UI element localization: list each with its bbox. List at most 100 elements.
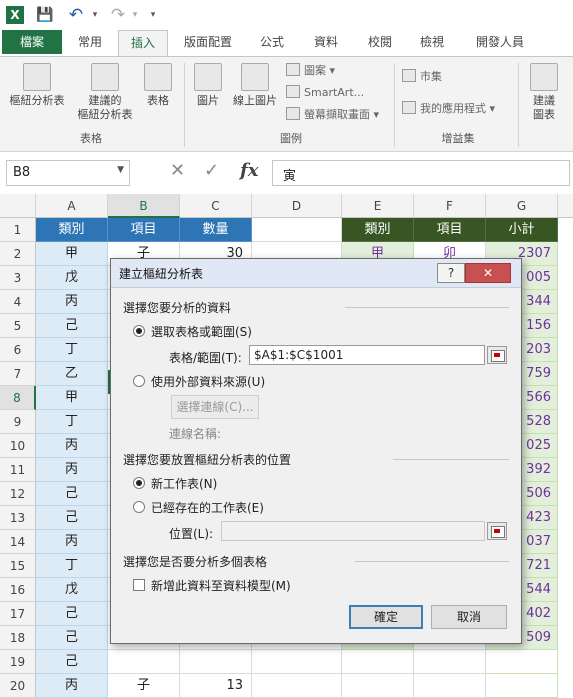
cancel-button[interactable]: 取消 <box>431 605 507 629</box>
cell-quantity[interactable]: 13 <box>180 674 252 698</box>
smartart-button[interactable]: SmartArt... <box>286 85 364 101</box>
cell[interactable] <box>252 218 342 242</box>
cell-category[interactable]: 己 <box>36 602 108 626</box>
row-header-16[interactable]: 16 <box>0 578 36 602</box>
my-apps-button[interactable]: 我的應用程式 ▾ <box>402 101 495 117</box>
cell-category[interactable]: 乙 <box>36 362 108 386</box>
close-button[interactable]: ✕ <box>465 263 511 283</box>
add-to-data-model-label[interactable]: 新增此資料至資料模型(M) <box>151 577 291 594</box>
radio-new-worksheet-label[interactable]: 新工作表(N) <box>151 475 217 492</box>
recommended-pivot-button[interactable]: 建議的 樞紐分析表 <box>72 63 138 122</box>
row-header-14[interactable]: 14 <box>0 530 36 554</box>
cell[interactable] <box>486 650 558 674</box>
cell-item[interactable] <box>108 650 180 674</box>
undo-icon[interactable]: ↶ <box>66 6 86 24</box>
header-cell-item[interactable]: 項目 <box>108 218 180 242</box>
row-header-13[interactable]: 13 <box>0 506 36 530</box>
header-cell-category[interactable]: 類別 <box>36 218 108 242</box>
undo-dropdown-icon[interactable]: ▾ <box>90 6 100 24</box>
cell-category[interactable]: 戊 <box>36 578 108 602</box>
row-header-5[interactable]: 5 <box>0 314 36 338</box>
cell-item[interactable]: 子 <box>108 674 180 698</box>
tab-data[interactable]: 資料 <box>302 30 350 54</box>
radio-select-range[interactable] <box>133 325 145 337</box>
row-header-15[interactable]: 15 <box>0 554 36 578</box>
shapes-button[interactable]: 圖案 ▾ <box>286 63 335 79</box>
column-header-a[interactable]: A <box>36 194 108 218</box>
header-cell-quantity[interactable]: 數量 <box>180 218 252 242</box>
column-header-d[interactable]: D <box>252 194 342 218</box>
tab-page-layout[interactable]: 版面配置 <box>172 30 244 54</box>
row-header-3[interactable]: 3 <box>0 266 36 290</box>
select-all-corner[interactable] <box>0 194 36 218</box>
range-picker-icon[interactable] <box>487 346 507 364</box>
tab-insert[interactable]: 插入 <box>118 30 168 57</box>
row-header-7[interactable]: 7 <box>0 362 36 386</box>
location-input[interactable] <box>221 521 485 541</box>
header-cell-item-2[interactable]: 項目 <box>414 218 486 242</box>
cell-category[interactable]: 甲 <box>36 386 108 410</box>
insert-function-icon[interactable]: fx <box>240 160 258 181</box>
cell-category[interactable]: 己 <box>36 650 108 674</box>
cell-quantity[interactable] <box>180 650 252 674</box>
online-pictures-button[interactable]: 線上圖片 <box>226 63 284 108</box>
pictures-button[interactable]: 圖片 <box>190 63 226 108</box>
redo-dropdown-icon[interactable]: ▾ <box>130 6 140 24</box>
redo-icon[interactable]: ↷ <box>108 6 128 24</box>
cell-category[interactable]: 己 <box>36 626 108 650</box>
row-header-1[interactable]: 1 <box>0 218 36 242</box>
row-header-17[interactable]: 17 <box>0 602 36 626</box>
location-picker-icon[interactable] <box>487 522 507 540</box>
cell-category[interactable]: 丙 <box>36 290 108 314</box>
recommended-charts-button[interactable]: 建議 圖表 <box>524 63 564 122</box>
confirm-edit-icon[interactable]: ✓ <box>204 160 219 181</box>
tab-review[interactable]: 校閱 <box>356 30 404 54</box>
header-cell-category-2[interactable]: 類別 <box>342 218 414 242</box>
column-header-f[interactable]: F <box>414 194 486 218</box>
cell[interactable] <box>252 650 342 674</box>
tab-file[interactable]: 檔案 <box>2 30 62 54</box>
ok-button[interactable]: 確定 <box>349 605 423 629</box>
cell[interactable] <box>414 650 486 674</box>
cell-category[interactable]: 己 <box>36 482 108 506</box>
radio-existing-worksheet[interactable] <box>133 501 145 513</box>
row-header-20[interactable]: 20 <box>0 674 36 698</box>
radio-external-source[interactable] <box>133 375 145 387</box>
row-header-11[interactable]: 11 <box>0 458 36 482</box>
cell-category[interactable]: 己 <box>36 314 108 338</box>
cell-category[interactable]: 丁 <box>36 554 108 578</box>
pivot-table-button[interactable]: 樞紐分析表 <box>2 63 72 108</box>
choose-connection-button[interactable]: 選擇連線(C)... <box>171 395 259 419</box>
row-header-4[interactable]: 4 <box>0 290 36 314</box>
save-icon[interactable]: 💾 <box>36 6 54 24</box>
radio-new-worksheet[interactable] <box>133 477 145 489</box>
help-button[interactable]: ? <box>437 263 465 283</box>
tab-view[interactable]: 檢視 <box>408 30 456 54</box>
column-header-e[interactable]: E <box>342 194 414 218</box>
radio-external-source-label[interactable]: 使用外部資料來源(U) <box>151 373 265 390</box>
row-header-8[interactable]: 8 <box>0 386 36 410</box>
row-header-2[interactable]: 2 <box>0 242 36 266</box>
cell-category[interactable]: 丁 <box>36 338 108 362</box>
name-box[interactable]: B8 ▼ <box>6 160 130 186</box>
column-header-b[interactable]: B <box>108 194 180 218</box>
table-button[interactable]: 表格 <box>140 63 176 108</box>
cell[interactable] <box>414 674 486 698</box>
cell-category[interactable]: 丙 <box>36 530 108 554</box>
row-header-19[interactable]: 19 <box>0 650 36 674</box>
store-button[interactable]: 市集 <box>402 69 442 85</box>
radio-select-range-label[interactable]: 選取表格或範圍(S) <box>151 323 252 340</box>
column-header-g[interactable]: G <box>486 194 558 218</box>
add-to-data-model-checkbox[interactable] <box>133 579 145 591</box>
cancel-edit-icon[interactable]: ✕ <box>170 160 185 181</box>
name-box-dropdown-icon[interactable]: ▼ <box>117 165 124 175</box>
row-header-18[interactable]: 18 <box>0 626 36 650</box>
cell-category[interactable]: 丙 <box>36 458 108 482</box>
cell-category[interactable]: 丙 <box>36 434 108 458</box>
tab-home[interactable]: 常用 <box>66 30 114 54</box>
customize-qat-icon[interactable]: ▾ <box>148 6 158 24</box>
column-header-c[interactable]: C <box>180 194 252 218</box>
screenshot-button[interactable]: 螢幕擷取畫面 ▾ <box>286 107 379 123</box>
cell[interactable] <box>252 674 342 698</box>
tab-formulas[interactable]: 公式 <box>250 30 294 54</box>
